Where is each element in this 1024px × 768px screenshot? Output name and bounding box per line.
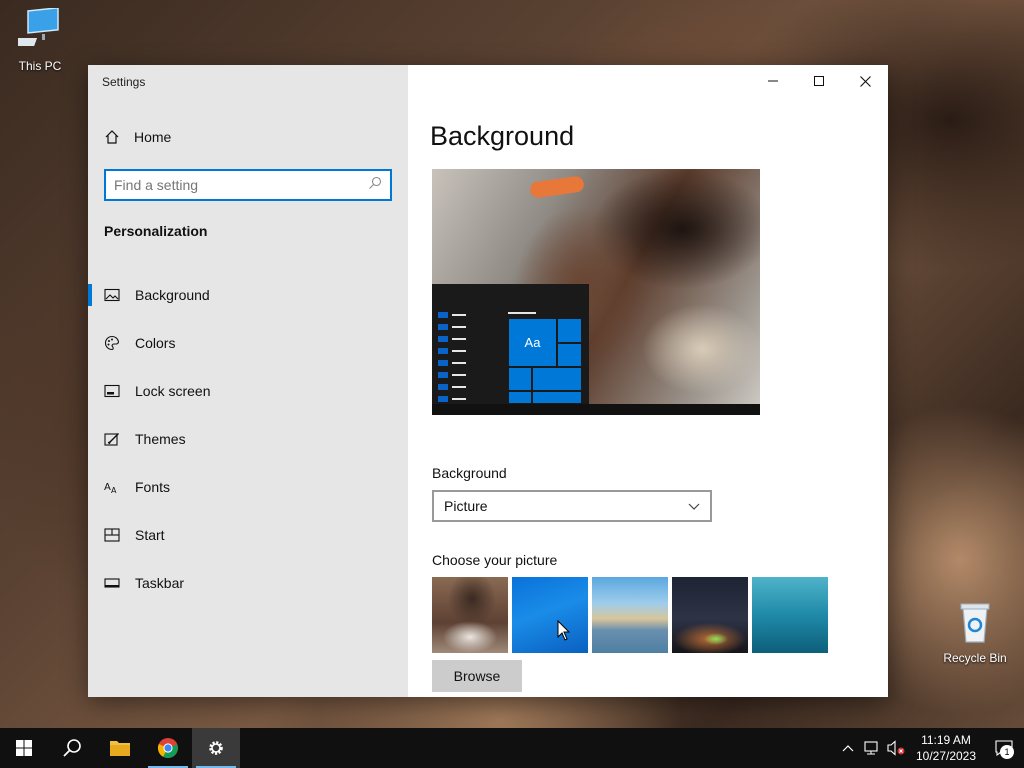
picture-thumbnail-4[interactable] (672, 577, 748, 653)
sidebar-item-background[interactable]: Background (88, 271, 408, 319)
sidebar-item-label: Themes (135, 431, 186, 447)
chevron-down-icon (688, 498, 700, 514)
sidebar-item-fonts[interactable]: AA Fonts (88, 463, 408, 511)
show-hidden-icons-button[interactable] (836, 728, 860, 768)
taskbar: 11:19 AM 10/27/2023 1 (0, 728, 1024, 768)
close-icon (859, 75, 871, 87)
picture-thumbnail-1[interactable] (432, 577, 508, 653)
clock-time: 11:19 AM (921, 733, 971, 747)
home-link[interactable]: Home (104, 129, 171, 145)
preview-taskbar (432, 404, 760, 415)
sidebar-item-label: Colors (135, 335, 176, 351)
dropdown-value: Picture (444, 498, 488, 514)
sidebar-item-label: Taskbar (135, 575, 185, 591)
background-preview: Aa (432, 169, 760, 415)
maximize-icon (814, 76, 824, 86)
system-tray: 11:19 AM 10/27/2023 1 (836, 728, 1024, 768)
home-label: Home (134, 129, 172, 145)
picture-thumbnail-3[interactable] (592, 577, 668, 653)
volume-muted-icon (887, 740, 905, 756)
gear-icon (209, 741, 223, 755)
recycle-bin-icon (935, 600, 1015, 647)
sidebar-item-label: Fonts (135, 479, 171, 495)
sidebar-item-colors[interactable]: Colors (88, 319, 408, 367)
window-title: Settings (102, 75, 146, 89)
minimize-button[interactable] (750, 65, 796, 97)
clock-date: 10/27/2023 (915, 749, 977, 763)
settings-taskbar-button[interactable] (192, 728, 240, 768)
minimize-icon (768, 80, 778, 82)
svg-text:A: A (111, 486, 117, 495)
sidebar: Settings Home Personalization Background (88, 65, 408, 697)
start-button[interactable] (0, 728, 48, 768)
sidebar-item-taskbar[interactable]: Taskbar (88, 559, 408, 607)
search-input[interactable] (114, 177, 368, 193)
computer-icon (0, 6, 80, 55)
home-icon (104, 129, 120, 145)
background-label: Background (432, 465, 507, 481)
search-icon[interactable] (368, 176, 382, 195)
settings-window: Settings Home Personalization Background (88, 65, 888, 697)
sidebar-item-label: Start (135, 527, 165, 543)
network-button[interactable] (860, 728, 884, 768)
chrome-button[interactable] (144, 728, 192, 768)
background-type-dropdown[interactable]: Picture (432, 490, 712, 522)
sidebar-item-lock-screen[interactable]: Lock screen (88, 367, 408, 415)
themes-icon (104, 431, 120, 447)
volume-button[interactable] (884, 728, 908, 768)
search-button[interactable] (48, 728, 96, 768)
sidebar-item-label: Lock screen (135, 383, 211, 399)
action-center-button[interactable]: 1 (984, 728, 1024, 768)
palette-icon (104, 335, 120, 351)
nav-list: Background Colors Lock screen Themes A A… (88, 271, 408, 607)
svg-text:A: A (104, 482, 111, 493)
maximize-button[interactable] (796, 65, 842, 97)
search-icon (63, 739, 81, 757)
sidebar-item-label: Background (135, 287, 210, 303)
search-box[interactable] (104, 169, 392, 201)
browse-button[interactable]: Browse (432, 660, 522, 692)
preview-tile: Aa (508, 318, 557, 367)
network-icon (864, 741, 878, 755)
lock-screen-icon (104, 383, 120, 399)
desktop-icon-recycle-bin[interactable]: Recycle Bin (935, 600, 1015, 665)
start-icon (104, 527, 120, 543)
picture-thumbnails (432, 577, 828, 653)
notification-badge: 1 (1000, 745, 1014, 759)
picture-thumbnail-2[interactable] (512, 577, 588, 653)
sidebar-item-themes[interactable]: Themes (88, 415, 408, 463)
choose-picture-label: Choose your picture (432, 552, 558, 568)
taskbar-icon (104, 575, 120, 591)
desktop-icon-label: Recycle Bin (943, 651, 1007, 665)
close-button[interactable] (842, 65, 888, 97)
preview-start-menu: Aa (432, 284, 589, 404)
desktop-icon-this-pc[interactable]: This PC (0, 6, 80, 73)
chevron-up-icon (842, 745, 854, 752)
preview-detail (529, 175, 585, 199)
folder-icon (110, 741, 130, 756)
chrome-icon (157, 738, 178, 758)
desktop-icon-label: This PC (18, 59, 62, 73)
picture-thumbnail-5[interactable] (752, 577, 828, 653)
window-controls (750, 65, 888, 97)
sidebar-item-start[interactable]: Start (88, 511, 408, 559)
file-explorer-button[interactable] (96, 728, 144, 768)
page-title: Background (430, 121, 575, 151)
clock[interactable]: 11:19 AM 10/27/2023 (908, 732, 984, 764)
windows-logo-icon (16, 740, 32, 756)
picture-icon (104, 287, 120, 303)
section-title: Personalization (104, 223, 208, 239)
fonts-icon: AA (104, 479, 120, 495)
content-pane: Background Aa Background Picture Choose … (408, 65, 888, 697)
